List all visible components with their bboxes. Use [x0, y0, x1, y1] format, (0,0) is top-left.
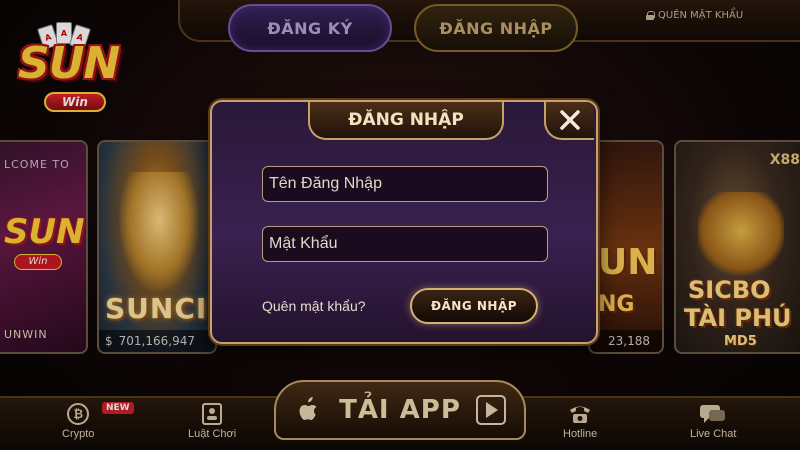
close-icon	[560, 110, 580, 130]
password-input[interactable]	[262, 226, 548, 262]
dialog-title: ĐĂNG NHẬP	[348, 110, 464, 130]
login-dialog: ĐĂNG NHẬP Quên mật khẩu? ĐĂNG NHẬP	[210, 100, 598, 344]
username-input[interactable]	[262, 166, 548, 202]
login-submit-button[interactable]: ĐĂNG NHẬP	[410, 288, 538, 324]
forgot-password-link[interactable]: Quên mật khẩu?	[262, 298, 366, 314]
dialog-header: ĐĂNG NHẬP	[308, 102, 504, 140]
close-button[interactable]	[544, 102, 594, 140]
